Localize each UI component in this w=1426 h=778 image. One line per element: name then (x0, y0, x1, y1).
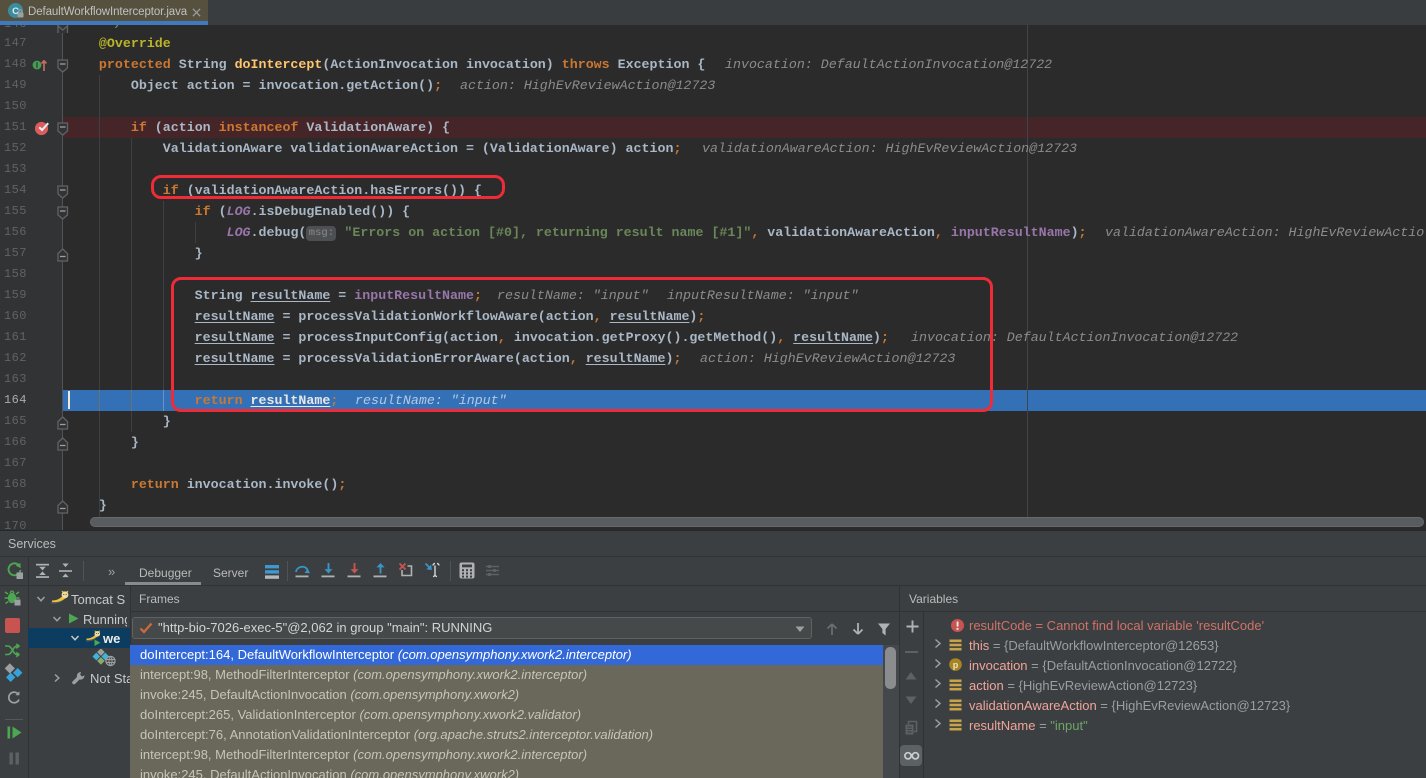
svg-text:p: p (953, 660, 959, 670)
